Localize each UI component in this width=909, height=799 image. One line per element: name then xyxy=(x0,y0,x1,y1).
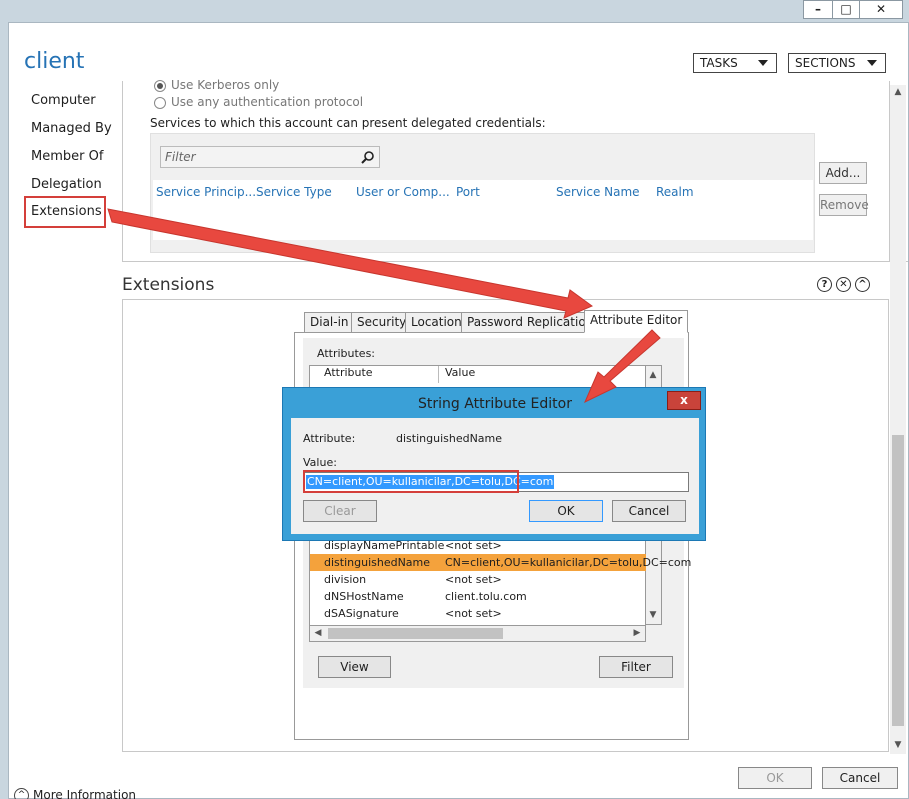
tab-security[interactable]: Security xyxy=(351,312,413,333)
scroll-up-icon[interactable]: ▲ xyxy=(893,87,903,97)
main-scrollbar[interactable]: ▲ ▼ xyxy=(890,85,906,754)
services-filter-input[interactable]: Filter xyxy=(160,146,380,168)
col-user-or-computer[interactable]: User or Comp... xyxy=(356,185,450,199)
attributes-hscroll[interactable]: ◀ ▶ xyxy=(309,625,646,642)
tasks-dropdown[interactable]: TASKS xyxy=(693,53,777,73)
scroll-right-icon[interactable]: ▶ xyxy=(632,628,642,638)
nav-item-member-of[interactable]: Member Of xyxy=(31,149,103,164)
attr-value: <not set> xyxy=(445,607,502,620)
value-highlight-box xyxy=(303,470,519,493)
sections-label: SECTIONS xyxy=(795,56,856,70)
extensions-highlight-box xyxy=(24,196,106,228)
string-attribute-editor-dialog: String Attribute Editor x Attribute: dis… xyxy=(282,387,706,541)
attributes-label: Attributes: xyxy=(317,347,376,360)
col-service-principal[interactable]: Service Princip... xyxy=(156,185,256,199)
tab-password-replication[interactable]: Password Replication xyxy=(461,312,600,333)
tab-dial-in[interactable]: Dial-in xyxy=(304,312,355,333)
cancel-button[interactable]: Cancel xyxy=(612,500,686,522)
scroll-thumb[interactable] xyxy=(892,435,904,726)
nav-item-computer[interactable]: Computer xyxy=(31,93,96,108)
attr-value: client.tolu.com xyxy=(445,590,527,603)
scroll-down-icon[interactable]: ▼ xyxy=(648,610,658,620)
attr-name: dNSHostName xyxy=(324,590,404,603)
extensions-title: Extensions xyxy=(122,275,215,295)
footer-ok-button[interactable]: OK xyxy=(738,767,812,789)
services-label: Services to which this account can prese… xyxy=(150,116,546,130)
col-value[interactable]: Value xyxy=(445,366,475,379)
tab-attribute-editor[interactable]: Attribute Editor xyxy=(584,310,689,333)
collapse-icon[interactable]: ^ xyxy=(855,277,870,292)
ok-button[interactable]: OK xyxy=(529,500,603,522)
dialog-title: String Attribute Editor xyxy=(418,396,572,412)
col-attribute[interactable]: Attribute xyxy=(324,366,373,379)
tasks-label: TASKS xyxy=(700,56,738,70)
radio-kerberos-only[interactable] xyxy=(154,80,166,92)
view-button[interactable]: View xyxy=(318,656,391,678)
close-button[interactable]: ✕ xyxy=(859,0,903,19)
caret-down-icon xyxy=(867,60,877,66)
col-port[interactable]: Port xyxy=(456,185,480,199)
add-button[interactable]: Add... xyxy=(819,162,867,184)
column-separator xyxy=(438,366,439,383)
more-information-link[interactable]: More Information xyxy=(33,788,136,799)
filter-button[interactable]: Filter xyxy=(599,656,673,678)
section-divider xyxy=(122,261,908,262)
radio-any-label: Use any authentication protocol xyxy=(171,95,364,109)
col-service-type[interactable]: Service Type xyxy=(256,185,332,199)
attr-value: <not set> xyxy=(445,573,502,586)
attr-name: division xyxy=(324,573,367,586)
chevron-up-icon[interactable]: ^ xyxy=(14,788,29,799)
caret-down-icon xyxy=(758,60,768,66)
attr-name: dSASignature xyxy=(324,607,399,620)
table-row-selected[interactable]: distinguishedName CN=client,OU=kullanici… xyxy=(310,554,691,571)
attr-name: distinguishedName xyxy=(324,556,431,569)
sections-dropdown[interactable]: SECTIONS xyxy=(788,53,886,73)
page-title: client xyxy=(24,49,85,74)
nav-item-delegation[interactable]: Delegation xyxy=(31,177,102,192)
col-service-name[interactable]: Service Name xyxy=(556,185,640,199)
minimize-button[interactable]: – xyxy=(803,0,833,19)
maximize-button[interactable]: □ xyxy=(832,0,860,19)
clear-button[interactable]: Clear xyxy=(303,500,377,522)
attribute-value: distinguishedName xyxy=(396,432,503,445)
section-left-border xyxy=(122,81,123,261)
dialog-close-button[interactable]: x xyxy=(667,391,701,410)
attribute-label: Attribute: xyxy=(303,432,356,445)
filter-placeholder: Filter xyxy=(165,150,196,164)
scroll-left-icon[interactable]: ◀ xyxy=(313,628,323,638)
tab-location[interactable]: Location xyxy=(405,312,468,333)
help-icon[interactable]: ? xyxy=(817,277,832,292)
radio-kerberos-label: Use Kerberos only xyxy=(171,78,280,92)
value-label: Value: xyxy=(303,456,337,469)
dialog-body: Attribute: distinguishedName Value: CN=c… xyxy=(291,418,699,534)
table-row[interactable]: division <not set> xyxy=(310,571,646,588)
table-row[interactable]: dNSHostName client.tolu.com xyxy=(310,588,646,605)
nav-item-managed-by[interactable]: Managed By xyxy=(31,121,112,136)
remove-button[interactable]: Remove xyxy=(819,194,869,216)
table-row[interactable]: dSASignature <not set> xyxy=(310,605,646,622)
search-icon xyxy=(361,151,374,164)
scroll-up-icon[interactable]: ▲ xyxy=(648,370,658,380)
scroll-down-icon[interactable]: ▼ xyxy=(893,740,903,750)
footer-cancel-button[interactable]: Cancel xyxy=(822,767,898,789)
col-realm[interactable]: Realm xyxy=(656,185,694,199)
attr-value: CN=client,OU=kullanicilar,DC=tolu,DC=com xyxy=(445,556,692,569)
title-bar: – □ ✕ xyxy=(0,0,909,22)
radio-any-protocol[interactable] xyxy=(154,97,166,109)
hscroll-thumb[interactable] xyxy=(328,628,503,639)
close-section-icon[interactable]: ✕ xyxy=(836,277,851,292)
